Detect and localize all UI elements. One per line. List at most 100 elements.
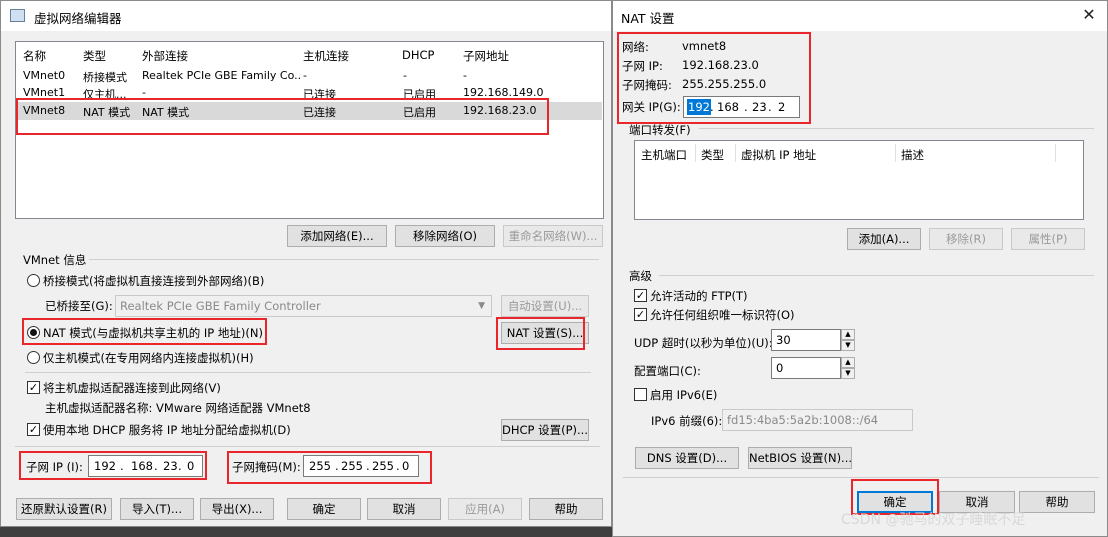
- bridge-mode-radio[interactable]: [27, 274, 40, 287]
- table-row[interactable]: VMnet0 桥接模式 Realtek PCIe GBE Family Co..…: [17, 68, 602, 85]
- table-row[interactable]: VMnet1 仅主机... - 已连接 已启用 192.168.149.0: [17, 85, 602, 102]
- pf-column-description[interactable]: 描述: [901, 147, 924, 163]
- netbios-settings-button[interactable]: NetBIOS 设置(N)...: [748, 447, 852, 469]
- udp-timeout-spin-up[interactable]: ▲: [841, 329, 855, 340]
- dhcp-settings-button[interactable]: DHCP 设置(P)...: [501, 419, 589, 441]
- advanced-label: 高级: [629, 269, 652, 283]
- remove-port-forward-button[interactable]: 移除(R): [929, 228, 1003, 250]
- allow-oui-checkbox[interactable]: ✓: [634, 308, 647, 321]
- cell-external: -: [142, 86, 146, 99]
- ip-dot: .: [154, 459, 158, 473]
- title-bar: 虚拟网络编辑器: [1, 1, 611, 31]
- mask-octet-3: 255: [372, 459, 394, 473]
- column-header-name[interactable]: 名称: [23, 48, 46, 64]
- auto-settings-button[interactable]: 自动设置(U)...: [501, 295, 589, 317]
- divider: [25, 372, 591, 373]
- remove-network-button[interactable]: 移除网络(O): [395, 225, 495, 247]
- bridge-mode-label[interactable]: 桥接模式(将虚拟机直接连接到外部网络)(B): [43, 273, 264, 289]
- subnet-ip-input[interactable]: 192 . 168 . 23 . 0: [88, 455, 203, 477]
- nat-settings-window: NAT 设置 ✕ 网络: vmnet8 子网 IP: 192.168.23.0 …: [612, 0, 1108, 537]
- port-forward-list[interactable]: 主机端口 类型 虚拟机 IP 地址 描述: [634, 140, 1084, 220]
- subnet-mask-label: 子网掩码(M):: [232, 460, 301, 474]
- cell-type: NAT 模式: [83, 106, 131, 119]
- cell-subnet: 192.168.23.0: [463, 104, 537, 117]
- cell-subnet: 192.168.149.0: [463, 86, 544, 99]
- host-only-label[interactable]: 仅主机模式(在专用网络内连接虚拟机)(H): [43, 350, 254, 366]
- cell-host: 已连接: [303, 88, 336, 101]
- connect-adapter-label[interactable]: 将主机虚拟适配器连接到此网络(V): [43, 380, 221, 396]
- properties-button[interactable]: 属性(P): [1011, 228, 1085, 250]
- allow-ftp-label[interactable]: 允许活动的 FTP(T): [650, 288, 748, 304]
- cell-external: NAT 模式: [142, 106, 190, 119]
- udp-timeout-input[interactable]: 30: [771, 329, 841, 351]
- cell-external: Realtek PCIe GBE Family Co...: [142, 69, 302, 82]
- udp-timeout-spin-down[interactable]: ▼: [841, 340, 855, 351]
- enable-ipv6-label[interactable]: 启用 IPv6(E): [650, 387, 717, 403]
- mask-octet-4: 0: [402, 459, 410, 473]
- enable-ipv6-checkbox[interactable]: [634, 388, 647, 401]
- ip-dot: .: [178, 459, 182, 473]
- ip-octet-4: 0: [187, 459, 195, 473]
- cell-subnet: -: [463, 69, 467, 82]
- dns-settings-button[interactable]: DNS 设置(D)...: [635, 447, 739, 469]
- port-forward-label: 端口转发(F): [629, 123, 691, 137]
- divider: [15, 446, 600, 447]
- ip-dot: .: [744, 100, 748, 114]
- ip-dot: .: [120, 459, 124, 473]
- host-only-radio[interactable]: [27, 351, 40, 364]
- add-network-button[interactable]: 添加网络(E)...: [287, 225, 387, 247]
- subnet-mask-value: 255.255.255.0: [682, 77, 767, 91]
- background-desktop-strip: [0, 527, 612, 537]
- nat-mode-label[interactable]: NAT 模式(与虚拟机共享主机的 IP 地址)(N): [43, 325, 263, 341]
- cell-dhcp: 已启用: [403, 88, 436, 101]
- column-header-dhcp[interactable]: DHCP: [402, 48, 434, 62]
- ip-dot: .: [335, 459, 339, 473]
- ip-dot: .: [396, 459, 400, 473]
- subnet-mask-input[interactable]: 255 . 255 . 255 . 0: [303, 455, 419, 477]
- pf-column-type[interactable]: 类型: [701, 147, 724, 163]
- rename-network-button[interactable]: 重命名网络(W)...: [503, 225, 603, 247]
- config-port-spin-down[interactable]: ▼: [841, 368, 855, 379]
- pf-column-vm-ip[interactable]: 虚拟机 IP 地址: [741, 147, 816, 163]
- column-header-external[interactable]: 外部连接: [142, 48, 188, 64]
- gateway-ip-input[interactable]: 192 . 168 . 23 . 2: [683, 96, 800, 118]
- apply-button[interactable]: 应用(A): [448, 498, 522, 520]
- ipv6-prefix-input[interactable]: fd15:4ba5:5a2b:1008::/64: [722, 409, 913, 431]
- cancel-button[interactable]: 取消: [367, 498, 441, 520]
- config-port-spin-up[interactable]: ▲: [841, 357, 855, 368]
- export-button[interactable]: 导出(X)...: [200, 498, 274, 520]
- udp-timeout-label: UDP 超时(以秒为单位)(U):: [634, 336, 773, 350]
- network-label: 网络:: [622, 40, 649, 54]
- bridged-to-select[interactable]: Realtek PCIe GBE Family Controller ▼: [115, 295, 492, 317]
- help-button[interactable]: 帮助: [1019, 491, 1095, 513]
- allow-oui-label[interactable]: 允许任何组织唯一标识符(O): [650, 307, 795, 323]
- table-row-selected[interactable]: VMnet8 NAT 模式 NAT 模式 已连接 已启用 192.168.23.…: [17, 102, 602, 120]
- cell-dhcp: 已启用: [403, 106, 436, 119]
- column-header-host[interactable]: 主机连接: [303, 48, 349, 64]
- help-button[interactable]: 帮助: [529, 498, 603, 520]
- config-port-input[interactable]: 0: [771, 357, 841, 379]
- gateway-octet-1-selected: 192: [687, 99, 711, 115]
- ok-button[interactable]: 确定: [287, 498, 361, 520]
- connect-adapter-checkbox[interactable]: ✓: [27, 381, 40, 394]
- pf-column-host-port[interactable]: 主机端口: [641, 147, 687, 163]
- nat-mode-radio[interactable]: [27, 326, 40, 339]
- close-icon[interactable]: ✕: [1077, 4, 1101, 26]
- restore-defaults-button[interactable]: 还原默认设置(R): [16, 498, 112, 520]
- column-header-subnet[interactable]: 子网地址: [463, 48, 509, 64]
- virtual-network-editor-window: 虚拟网络编辑器 名称 类型 外部连接 主机连接 DHCP 子网地址 VMnet0…: [0, 0, 612, 527]
- use-dhcp-checkbox[interactable]: ✓: [27, 423, 40, 436]
- column-header-type[interactable]: 类型: [83, 48, 106, 64]
- use-dhcp-label[interactable]: 使用本地 DHCP 服务将 IP 地址分配给虚拟机(D): [43, 422, 291, 438]
- adapter-name-text: 主机虚拟适配器名称: VMware 网络适配器 VMnet8: [45, 401, 311, 415]
- allow-ftp-checkbox[interactable]: ✓: [634, 289, 647, 302]
- add-port-forward-button[interactable]: 添加(A)...: [847, 228, 921, 250]
- vmnet-info-label: VMnet 信息: [23, 253, 87, 267]
- column-divider: [695, 144, 696, 162]
- subnet-mask-label: 子网掩码:: [622, 78, 672, 92]
- nat-settings-button[interactable]: NAT 设置(S)...: [501, 322, 589, 344]
- import-button[interactable]: 导入(T)...: [120, 498, 194, 520]
- gateway-octet-2: 168: [717, 100, 739, 114]
- cell-host: 已连接: [303, 106, 336, 119]
- network-list[interactable]: 名称 类型 外部连接 主机连接 DHCP 子网地址 VMnet0 桥接模式 Re…: [15, 41, 604, 219]
